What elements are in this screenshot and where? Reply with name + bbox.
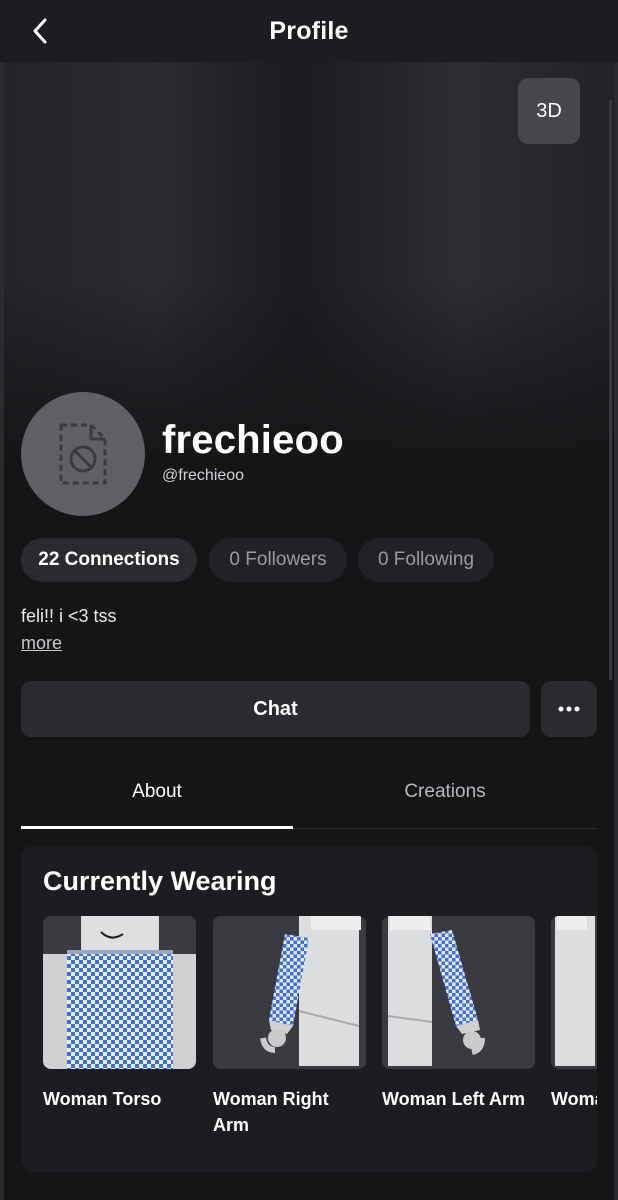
avatar[interactable] xyxy=(21,392,145,516)
torso-thumbnail-image xyxy=(43,916,196,1069)
right-arm-thumbnail-image xyxy=(213,916,366,1069)
wearing-item[interactable]: Woman Right Arm xyxy=(213,916,366,1138)
page-title: Profile xyxy=(269,16,349,45)
left-arm-thumbnail-image xyxy=(382,916,535,1069)
wearing-item[interactable]: Woman Left Arm xyxy=(382,916,535,1112)
more-options-button[interactable] xyxy=(541,681,597,737)
right-edge xyxy=(614,62,618,1200)
left-leg-thumbnail-image xyxy=(551,916,597,1069)
blocked-image-icon xyxy=(59,423,107,485)
connections-pill[interactable]: 22 Connections xyxy=(21,538,197,582)
tab-creations[interactable]: Creations xyxy=(309,766,581,818)
item-name: Woman Right Arm xyxy=(213,1089,329,1135)
view-3d-button[interactable]: 3D xyxy=(518,78,580,144)
ellipsis-icon xyxy=(558,706,580,712)
tab-about[interactable]: About xyxy=(21,766,293,818)
item-thumbnail[interactable] xyxy=(551,916,597,1069)
username: @frechieoo xyxy=(162,467,245,484)
item-name: Woman Torso xyxy=(43,1089,162,1109)
item-thumbnail[interactable] xyxy=(382,916,535,1069)
wearing-item[interactable]: Woman Left Leg xyxy=(551,916,597,1112)
scrollbar[interactable] xyxy=(609,100,612,680)
item-name: Woman Left Arm xyxy=(382,1089,526,1109)
section-title: Currently Wearing xyxy=(43,866,277,896)
chevron-left-icon xyxy=(33,18,47,44)
profile-screen: 3D Profile frechieoo @frechieoo 22 Conne… xyxy=(0,0,618,1200)
more-link[interactable]: more xyxy=(21,633,62,654)
chat-button[interactable]: Chat xyxy=(21,681,530,737)
display-name: frechieoo xyxy=(162,418,344,462)
tab-indicator xyxy=(21,826,293,829)
back-button[interactable] xyxy=(22,12,58,50)
currently-wearing-section: Currently Wearing Woman Torso Woman Righ… xyxy=(21,846,597,1172)
wearing-item[interactable]: Woman Torso xyxy=(43,916,196,1112)
item-thumbnail[interactable] xyxy=(213,916,366,1069)
item-name: Woman Left Leg xyxy=(551,1089,597,1109)
item-thumbnail[interactable] xyxy=(43,916,196,1069)
following-pill[interactable]: 0 Following xyxy=(358,538,494,582)
bio-text: feli!! i <3 tss xyxy=(21,606,117,626)
top-bar: Profile xyxy=(0,0,618,62)
followers-pill[interactable]: 0 Followers xyxy=(209,538,347,582)
